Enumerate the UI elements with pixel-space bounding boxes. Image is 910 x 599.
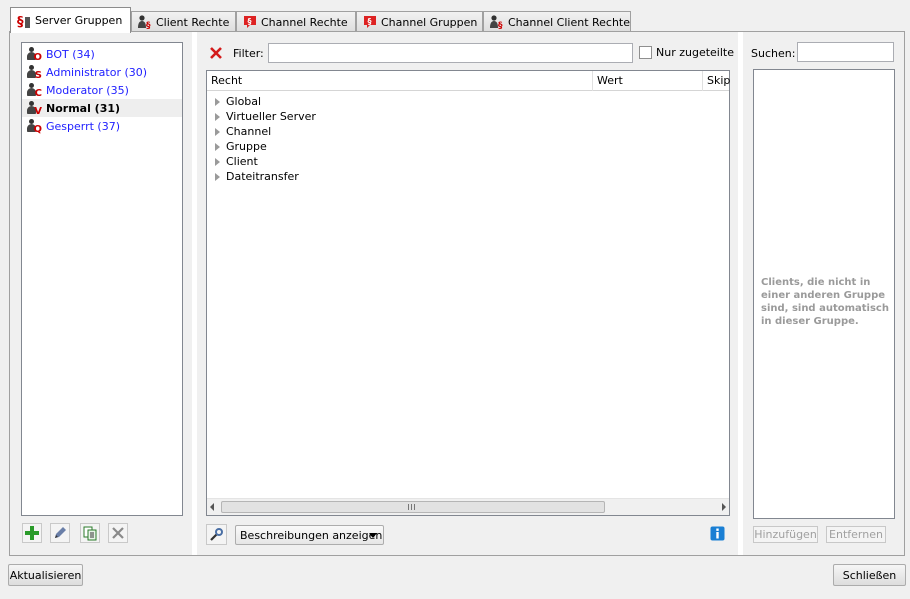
- horizontal-scrollbar[interactable]: [207, 498, 729, 515]
- remove-client-button[interactable]: Entfernen: [826, 526, 886, 543]
- tree-node-global[interactable]: Global: [207, 94, 729, 109]
- search-input[interactable]: [797, 42, 894, 62]
- group-label: Moderator (35): [46, 83, 129, 97]
- info-icon[interactable]: [710, 526, 725, 541]
- group-avatar-icon: O: [26, 46, 42, 63]
- tab-panel: O BOT (34) S Administrator (30) C Modera…: [9, 31, 905, 556]
- client-list: Clients, die nicht in einer anderen Grup…: [753, 69, 895, 519]
- add-client-button[interactable]: Hinzufügen: [753, 526, 818, 543]
- group-label: Normal (31): [46, 101, 121, 115]
- expand-arrow-icon[interactable]: [215, 157, 220, 166]
- tree-node-label: Channel: [226, 125, 272, 138]
- column-header-wert[interactable]: Wert: [592, 71, 623, 91]
- group-label: Administrator (30): [46, 65, 148, 79]
- refresh-button[interactable]: Aktualisieren: [8, 564, 83, 586]
- tree-node-dateitransfer[interactable]: Dateitransfer: [207, 169, 729, 184]
- group-item-bot[interactable]: O BOT (34): [22, 45, 182, 63]
- group-label: Gesperrt (37): [46, 119, 121, 133]
- search-label: Suchen:: [751, 47, 796, 60]
- tab-label: Channel Client Rechte: [508, 15, 631, 29]
- filter-label: Filter:: [233, 47, 264, 60]
- server-group-list: O BOT (34) S Administrator (30) C Modera…: [21, 42, 183, 516]
- dropdown-value: Beschreibungen anzeigen: [240, 528, 383, 542]
- tree-node-client[interactable]: Client: [207, 154, 729, 169]
- wrench-icon: [210, 528, 223, 541]
- tree-node-label: Virtueller Server: [226, 110, 316, 123]
- close-button[interactable]: Schließen: [833, 564, 906, 586]
- tab-label: Server Gruppen: [35, 14, 123, 27]
- only-assigned-checkbox[interactable]: Nur zugeteilte: [639, 46, 734, 59]
- group-avatar-icon: V: [26, 100, 42, 117]
- tree-node-label: Client: [226, 155, 258, 168]
- column-header-recht[interactable]: Recht: [207, 71, 242, 91]
- group-avatar-icon: C: [26, 82, 42, 99]
- add-group-button[interactable]: [22, 523, 42, 543]
- copy-group-icon: [83, 526, 97, 541]
- scroll-right-icon[interactable]: [722, 503, 726, 511]
- expand-arrow-icon[interactable]: [215, 142, 220, 151]
- checkbox-box[interactable]: [639, 46, 652, 59]
- tab-label: Channel Gruppen: [381, 15, 478, 29]
- expand-arrow-icon[interactable]: [215, 172, 220, 181]
- clear-filter-icon[interactable]: [209, 46, 223, 60]
- copy-group-button[interactable]: [80, 523, 100, 543]
- delete-group-button[interactable]: [108, 523, 128, 543]
- tab-channel-client-rechte[interactable]: § Channel Client Rechte: [483, 11, 631, 32]
- svg-text:§: §: [146, 21, 151, 29]
- tree-node-virtueller-server[interactable]: Virtueller Server: [207, 109, 729, 124]
- chevron-down-icon: [369, 533, 377, 538]
- tree-header: Recht Wert Skip: [207, 71, 730, 91]
- delete-group-icon: [112, 527, 124, 539]
- rename-group-icon: [55, 527, 66, 538]
- client-permission-icon: §: [138, 15, 152, 31]
- svg-text:§: §: [368, 17, 372, 26]
- filter-input[interactable]: [268, 43, 633, 63]
- channel-group-icon: §: [363, 15, 377, 29]
- tree-node-gruppe[interactable]: Gruppe: [207, 139, 729, 154]
- svg-text:§: §: [498, 21, 503, 29]
- svg-text:§: §: [248, 17, 252, 26]
- group-label: BOT (34): [46, 47, 95, 61]
- tree-node-label: Global: [226, 95, 262, 108]
- svg-text:§: §: [17, 15, 24, 30]
- scrollbar-thumb[interactable]: [221, 501, 605, 513]
- tab-label: Channel Rechte: [261, 15, 348, 29]
- tree-node-label: Dateitransfer: [226, 170, 299, 183]
- descriptions-dropdown[interactable]: Beschreibungen anzeigen: [235, 525, 384, 545]
- expand-arrow-icon[interactable]: [215, 97, 220, 106]
- permission-tree: Recht Wert Skip Global Virtueller Server…: [206, 70, 730, 516]
- group-item-administrator[interactable]: S Administrator (30): [22, 63, 182, 81]
- expand-arrow-icon[interactable]: [215, 127, 220, 136]
- tab-label: Client Rechte: [156, 15, 230, 29]
- rename-group-button[interactable]: [50, 523, 70, 543]
- channel-client-permission-icon: §: [490, 15, 504, 31]
- scroll-left-icon[interactable]: [210, 503, 214, 511]
- add-group-icon: [25, 526, 39, 540]
- column-header-skip[interactable]: Skip: [702, 71, 730, 91]
- group-item-moderator[interactable]: C Moderator (35): [22, 81, 182, 99]
- group-item-gesperrt[interactable]: Q Gesperrt (37): [22, 117, 182, 135]
- expand-arrow-icon[interactable]: [215, 112, 220, 121]
- tree-node-label: Gruppe: [226, 140, 267, 153]
- only-assigned-label: Nur zugeteilte: [656, 46, 734, 59]
- tree-node-channel[interactable]: Channel: [207, 124, 729, 139]
- group-avatar-icon: Q: [26, 118, 42, 135]
- group-avatar-icon: S: [26, 64, 42, 81]
- permission-tool-button[interactable]: [206, 524, 227, 545]
- tab-client-rechte[interactable]: § Client Rechte: [131, 11, 236, 32]
- group-item-normal[interactable]: V Normal (31): [22, 99, 182, 117]
- channel-permission-icon: §: [243, 15, 257, 29]
- server-group-icon: §: [17, 14, 31, 30]
- tab-channel-rechte[interactable]: § Channel Rechte: [236, 11, 356, 32]
- tab-server-gruppen[interactable]: § Server Gruppen: [10, 7, 131, 33]
- tab-channel-gruppen[interactable]: § Channel Gruppen: [356, 11, 483, 32]
- client-hint-text: Clients, die nicht in einer anderen Grup…: [761, 277, 889, 327]
